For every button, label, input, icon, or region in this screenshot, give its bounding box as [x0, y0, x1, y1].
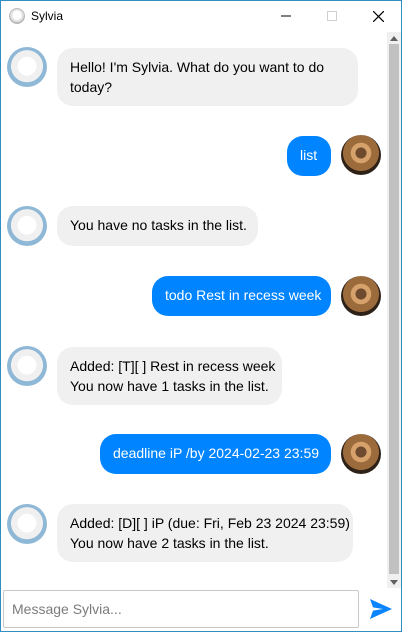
- bot-avatar: [7, 504, 47, 544]
- message-line: deadline iP /by 2024-02-23 23:59: [113, 445, 320, 461]
- scroll-thumb[interactable]: [389, 44, 399, 574]
- message-line: Hello! I'm Sylvia. What do you want to d…: [70, 59, 325, 75]
- message-line: todo Rest in recess week: [165, 287, 322, 303]
- message-composer: [1, 588, 401, 631]
- scroll-up-button[interactable]: [387, 32, 401, 44]
- send-icon: [370, 599, 392, 619]
- message-input[interactable]: [3, 590, 359, 628]
- chat-area[interactable]: Hello! I'm Sylvia. What do you want to d…: [1, 32, 387, 588]
- maximize-button[interactable]: [309, 1, 355, 31]
- vertical-scrollbar[interactable]: [387, 32, 401, 588]
- bot-message: Hello! I'm Sylvia. What do you want to d…: [57, 48, 358, 106]
- bot-message: You have no tasks in the list.: [57, 206, 258, 246]
- scroll-down-button[interactable]: [387, 576, 401, 588]
- bot-avatar: [7, 346, 47, 386]
- bot-message: Added: [D][ ] iP (due: Fri, Feb 23 2024 …: [57, 504, 353, 562]
- user-avatar: [341, 135, 381, 175]
- message-line: today?: [70, 79, 113, 95]
- user-message: deadline iP /by 2024-02-23 23:59: [100, 434, 331, 474]
- bot-avatar: [7, 206, 47, 246]
- title-bar[interactable]: Sylvia: [1, 1, 401, 31]
- scroll-down-icon: [390, 579, 398, 585]
- minimize-icon: [281, 15, 291, 17]
- close-icon: [372, 10, 384, 22]
- bot-avatar: [7, 47, 47, 87]
- user-message: todo Rest in recess week: [152, 276, 331, 316]
- scroll-up-icon: [390, 35, 398, 41]
- message-line: list: [300, 147, 318, 163]
- message-line: You now have 2 tasks in the list.: [70, 535, 269, 551]
- close-button[interactable]: [355, 1, 401, 31]
- user-avatar: [341, 434, 381, 474]
- message-line: Added: [T][ ] Rest in recess week: [70, 358, 276, 374]
- app-icon: [9, 8, 25, 24]
- app-window: Sylvia Hello! I'm Sylvia. What do you wa…: [0, 0, 402, 632]
- user-avatar: [341, 276, 381, 316]
- send-button[interactable]: [365, 594, 397, 624]
- message-line: Added: [D][ ] iP (due: Fri, Feb 23 2024 …: [70, 515, 350, 531]
- window-title: Sylvia: [31, 9, 64, 23]
- message-line: You have no tasks in the list.: [70, 217, 247, 233]
- bot-message: Added: [T][ ] Rest in recess week You no…: [57, 347, 282, 405]
- user-message: list: [287, 136, 331, 176]
- message-line: You now have 1 tasks in the list.: [70, 378, 269, 394]
- minimize-button[interactable]: [263, 1, 309, 31]
- maximize-icon: [327, 11, 337, 21]
